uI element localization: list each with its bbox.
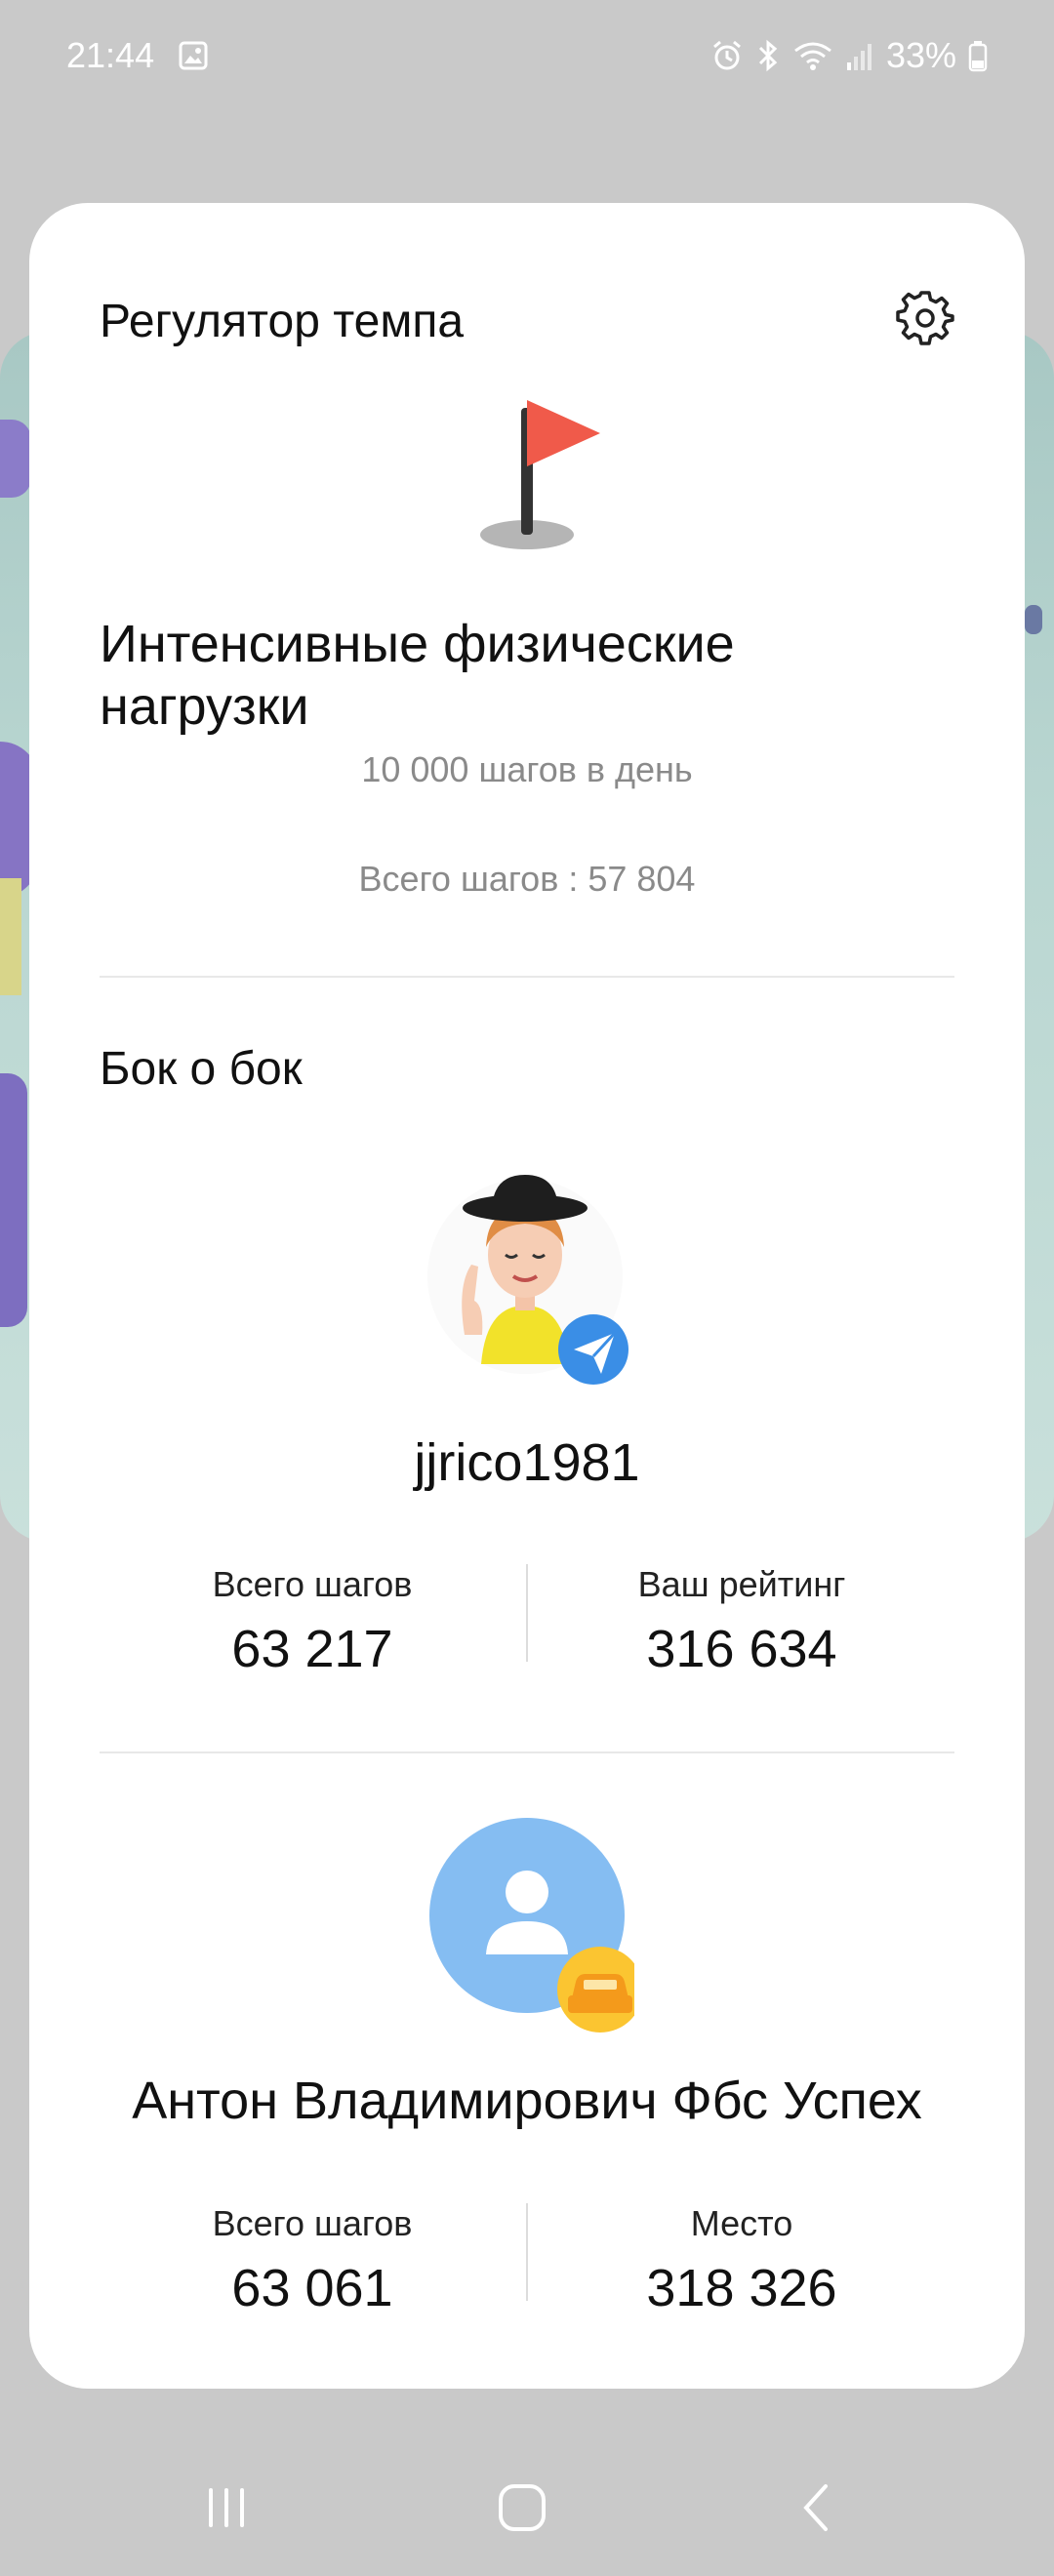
competitor-name: jjrico1981 — [414, 1433, 640, 1492]
stat-value: 63 061 — [231, 2259, 393, 2317]
stat-label: Место — [690, 2203, 793, 2243]
back-icon[interactable] — [789, 2478, 847, 2537]
goal-title: Интенсивные физические нагрузки — [100, 615, 735, 736]
stat-label: Ваш рейтинг — [637, 1564, 846, 1604]
competitor-avatar[interactable] — [427, 1169, 642, 1393]
wifi-icon — [794, 42, 831, 70]
stat-label: Всего шагов — [212, 1564, 413, 1604]
stat-place: Место 318 326 — [527, 2203, 956, 2318]
competitor-name: Антон Владимирович Фбс Успех — [132, 2072, 922, 2130]
divider — [100, 1751, 954, 1753]
section-title: Бок о бок — [100, 1043, 303, 1095]
stat-rating: Ваш рейтинг 316 634 — [527, 1564, 956, 1679]
competitor-stats: Всего шагов 63 217 Ваш рейтинг 316 634 — [29, 1564, 1025, 1678]
dialog-header: Регулятор темпа — [100, 281, 954, 359]
divider — [100, 976, 954, 978]
flag-icon — [480, 400, 600, 549]
recent-apps-icon[interactable] — [197, 2478, 256, 2537]
dialog-title: Регулятор темпа — [100, 296, 465, 347]
stat-total-steps: Всего шагов 63 061 — [98, 2203, 527, 2318]
background-decoration — [1025, 605, 1042, 634]
gallery-icon — [179, 41, 208, 70]
background-decoration — [0, 1073, 27, 1327]
background-decoration — [0, 420, 31, 498]
home-icon[interactable] — [493, 2478, 551, 2537]
bluetooth-icon — [758, 39, 778, 72]
pace-dialog: Регулятор темпа Интенсивные физические н… — [29, 203, 1025, 2389]
status-bar: 21:44 33% — [0, 0, 1054, 112]
stat-total-steps: Всего шагов 63 217 — [98, 1564, 527, 1679]
stat-value: 316 634 — [646, 1620, 837, 1678]
background-decoration — [0, 878, 21, 995]
stat-label: Всего шагов — [212, 2203, 413, 2243]
navigation-bar — [0, 2439, 1054, 2576]
stat-value: 63 217 — [231, 1620, 393, 1678]
goal-subtitle: 10 000 шагов в день — [361, 749, 693, 789]
competitor-stats: Всего шагов 63 061 Место 318 326 — [29, 2203, 1025, 2317]
battery-percent: 33% — [885, 35, 956, 75]
battery-icon — [968, 41, 988, 72]
status-time: 21:44 — [66, 35, 155, 75]
alarm-icon — [712, 40, 741, 70]
gear-icon[interactable] — [896, 289, 954, 347]
user-avatar[interactable] — [429, 1818, 634, 2033]
stat-value: 318 326 — [646, 2259, 837, 2317]
signal-icon — [846, 44, 872, 70]
goal-total-steps: Всего шагов : 57 804 — [358, 859, 696, 899]
